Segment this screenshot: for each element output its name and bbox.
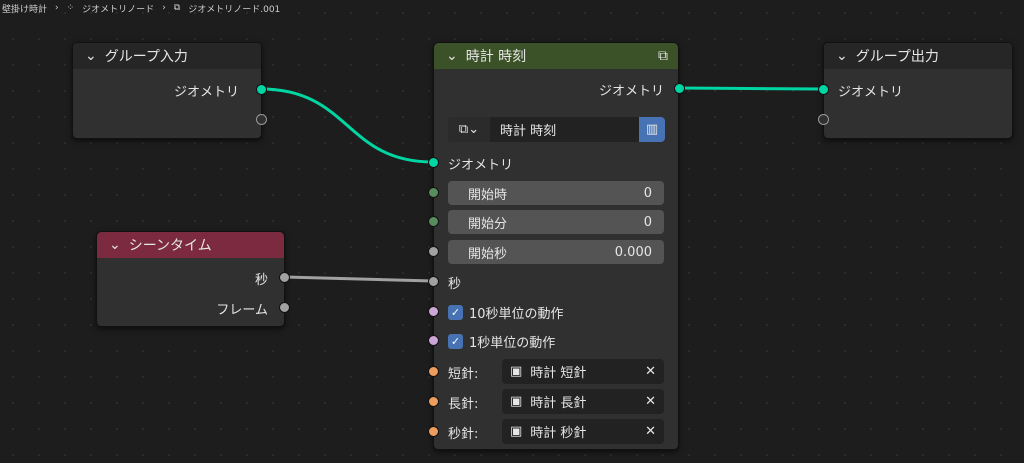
field-value: 0 <box>643 214 652 230</box>
socket-label: ジオメトリ <box>838 84 904 100</box>
object-socket[interactable] <box>428 426 439 437</box>
group-output-node[interactable]: ⌄ グループ出力 ジオメトリ <box>818 42 1013 139</box>
bool-socket[interactable] <box>428 306 439 317</box>
object-socket[interactable] <box>428 396 439 407</box>
empty-input-socket[interactable] <box>818 114 829 125</box>
object-icon: ▣ <box>510 424 523 439</box>
fake-user-icon[interactable]: ▥ <box>639 117 665 142</box>
node-header[interactable]: ⌄ シーンタイム <box>97 232 284 258</box>
start-hour-field[interactable]: 開始時 0 <box>448 181 664 205</box>
node-header[interactable]: ⌄ グループ入力 <box>73 43 261 69</box>
checkbox-label: 1秒単位の動作 <box>469 335 556 351</box>
frame-output-socket[interactable] <box>279 302 290 313</box>
link-geometry-in <box>260 87 434 164</box>
socket-label: 短針: <box>448 366 479 382</box>
empty-output-socket[interactable] <box>256 114 267 125</box>
node-header[interactable]: ⌄ 時計 時刻 ⧉ <box>434 43 678 69</box>
object-name: 時計 秒針 <box>530 426 587 441</box>
minute-hand-object-field[interactable]: ▣ 時計 長針 ✕ <box>502 389 664 414</box>
collapse-icon[interactable]: ⌄ <box>836 48 848 64</box>
start-min-socket[interactable] <box>428 216 439 227</box>
field-value: 0 <box>643 185 652 201</box>
start-sec-socket[interactable] <box>428 246 439 257</box>
object-name: 時計 短針 <box>530 366 587 381</box>
node-title: 時計 時刻 <box>465 49 527 65</box>
hour-hand-object-field[interactable]: ▣ 時計 短針 ✕ <box>502 359 664 384</box>
socket-label: 秒 <box>448 276 462 292</box>
socket-label: ジオメトリ <box>598 83 664 99</box>
geometry-input-socket[interactable] <box>818 84 829 95</box>
clear-icon[interactable]: ✕ <box>645 364 664 379</box>
node-title: グループ出力 <box>855 49 939 65</box>
field-label: 開始時 <box>468 187 508 203</box>
clear-icon[interactable]: ✕ <box>645 394 664 409</box>
seconds-output-socket[interactable] <box>279 272 290 283</box>
node-group-name[interactable]: 時計 時刻 <box>490 120 639 139</box>
start-min-field[interactable]: 開始分 0 <box>448 210 664 234</box>
object-name: 時計 長針 <box>530 396 587 411</box>
checkbox-10sec[interactable]: ✓ <box>448 304 463 320</box>
geometry-output-socket[interactable] <box>674 83 685 94</box>
object-socket[interactable] <box>428 366 439 377</box>
node-title: シーンタイム <box>128 238 212 254</box>
group-input-node[interactable]: ⌄ グループ入力 ジオメトリ <box>72 42 267 139</box>
checkbox-1sec[interactable]: ✓ <box>448 333 463 349</box>
checkbox-label: 10秒単位の動作 <box>469 306 564 322</box>
seconds-input-socket[interactable] <box>428 276 439 287</box>
start-hour-socket[interactable] <box>428 187 439 198</box>
field-label: 開始秒 <box>468 246 508 262</box>
socket-label: 秒 <box>254 272 268 288</box>
scene-time-node[interactable]: ⌄ シーンタイム 秒 フレーム <box>96 231 290 327</box>
geometry-input-socket[interactable] <box>428 157 439 168</box>
second-hand-object-field[interactable]: ▣ 時計 秒針 ✕ <box>502 419 664 444</box>
field-label: 開始分 <box>468 216 508 232</box>
socket-label: 長針: <box>448 396 479 412</box>
object-icon: ▣ <box>510 364 523 379</box>
link-geometry-out <box>678 86 824 91</box>
collapse-icon[interactable]: ⌄ <box>109 237 121 253</box>
socket-label: ジオメトリ <box>173 84 239 100</box>
object-icon: ▣ <box>510 394 523 409</box>
bool-socket[interactable] <box>428 335 439 346</box>
field-value: 0.000 <box>614 244 652 260</box>
link-seconds <box>284 275 434 283</box>
socket-label: ジオメトリ <box>448 157 514 173</box>
socket-label: 秒針: <box>448 426 479 442</box>
socket-label: フレーム <box>216 302 268 318</box>
collapse-icon[interactable]: ⌄ <box>446 48 458 64</box>
collapse-icon[interactable]: ⌄ <box>85 48 97 64</box>
geometry-output-socket[interactable] <box>256 84 267 95</box>
node-group-selector[interactable]: ⧉⌄ 時計 時刻 ▥ <box>448 117 665 142</box>
node-group-browse-icon[interactable]: ⧉⌄ <box>448 117 490 142</box>
node-header[interactable]: ⌄ グループ出力 <box>824 43 1012 69</box>
start-sec-field[interactable]: 開始秒 0.000 <box>448 240 664 264</box>
clock-time-node[interactable]: ⌄ 時計 時刻 ⧉ ジオメトリ ⧉⌄ 時計 時刻 ▥ ジオメトリ 開始時 0 開始分 0… <box>428 42 685 450</box>
node-group-icon: ⧉ <box>658 48 668 64</box>
node-title: グループ入力 <box>104 49 188 65</box>
clear-icon[interactable]: ✕ <box>645 424 664 439</box>
